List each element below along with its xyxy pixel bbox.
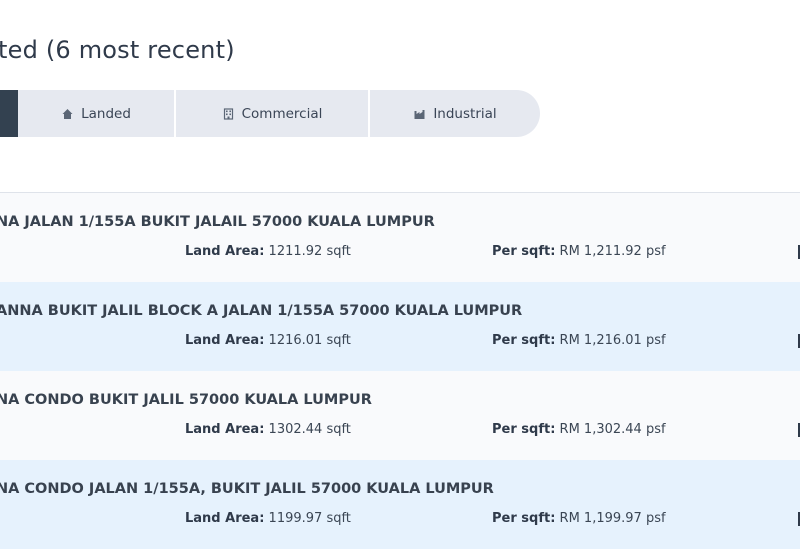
listing-address: NA CONDO JALAN 1/155A, BUKIT JALIL 57000… (0, 481, 494, 497)
per-sqft-label: Per sqft: (492, 333, 556, 348)
property-type-tabs: Landed Commercial Industrial (0, 90, 540, 137)
listing-list: NA JALAN 1/155A BUKIT JALAIL 57000 KUALA… (0, 193, 800, 549)
price-per-sqft: Per sqft: RM 1,199.97 psf (492, 511, 666, 526)
listing-row[interactable]: NA CONDO JALAN 1/155A, BUKIT JALIL 57000… (0, 460, 800, 549)
per-sqft-label: Per sqft: (492, 422, 556, 437)
land-area: Land Area: 1199.97 sqft (185, 511, 351, 526)
land-area: Land Area: 1216.01 sqft (185, 333, 351, 348)
land-area-value: 1302.44 sqft (268, 422, 351, 437)
land-area-value: 1216.01 sqft (268, 333, 351, 348)
land-area: Land Area: 1211.92 sqft (185, 244, 351, 259)
land-area-value: 1211.92 sqft (268, 244, 351, 259)
tab-landed[interactable]: Landed (18, 90, 174, 137)
land-area-value: 1199.97 sqft (268, 511, 351, 526)
tab-commercial[interactable]: Commercial (174, 90, 368, 137)
price-per-sqft: Per sqft: RM 1,216.01 psf (492, 333, 666, 348)
per-sqft-value: RM 1,211.92 psf (559, 244, 666, 259)
page-title: ted (6 most recent) (0, 36, 235, 64)
listing-address: NA CONDO BUKIT JALIL 57000 KUALA LUMPUR (0, 392, 372, 408)
home-icon (62, 108, 73, 119)
listing-row[interactable]: ANNA BUKIT JALIL BLOCK A JALAN 1/155A 57… (0, 282, 800, 371)
listing-row[interactable]: NA CONDO BUKIT JALIL 57000 KUALA LUMPUR … (0, 371, 800, 460)
price-per-sqft: Per sqft: RM 1,302.44 psf (492, 422, 666, 437)
land-area-label: Land Area: (185, 422, 265, 437)
tab-industrial-label: Industrial (433, 105, 497, 122)
tab-landed-label: Landed (81, 105, 131, 122)
per-sqft-value: RM 1,199.97 psf (559, 511, 666, 526)
land-area: Land Area: 1302.44 sqft (185, 422, 351, 437)
building-icon (223, 107, 233, 120)
per-sqft-label: Per sqft: (492, 511, 556, 526)
per-sqft-label: Per sqft: (492, 244, 556, 259)
per-sqft-value: RM 1,216.01 psf (559, 333, 666, 348)
listing-address: NA JALAN 1/155A BUKIT JALAIL 57000 KUALA… (0, 214, 435, 230)
tab-active-partial[interactable] (0, 90, 18, 137)
land-area-label: Land Area: (185, 333, 265, 348)
tab-industrial[interactable]: Industrial (368, 90, 540, 137)
land-area-label: Land Area: (185, 244, 265, 259)
land-area-label: Land Area: (185, 511, 265, 526)
price-per-sqft: Per sqft: RM 1,211.92 psf (492, 244, 666, 259)
listing-row[interactable]: NA JALAN 1/155A BUKIT JALAIL 57000 KUALA… (0, 193, 800, 282)
listing-address: ANNA BUKIT JALIL BLOCK A JALAN 1/155A 57… (0, 303, 523, 319)
factory-icon (414, 109, 425, 119)
per-sqft-value: RM 1,302.44 psf (559, 422, 666, 437)
tab-commercial-label: Commercial (241, 105, 323, 122)
